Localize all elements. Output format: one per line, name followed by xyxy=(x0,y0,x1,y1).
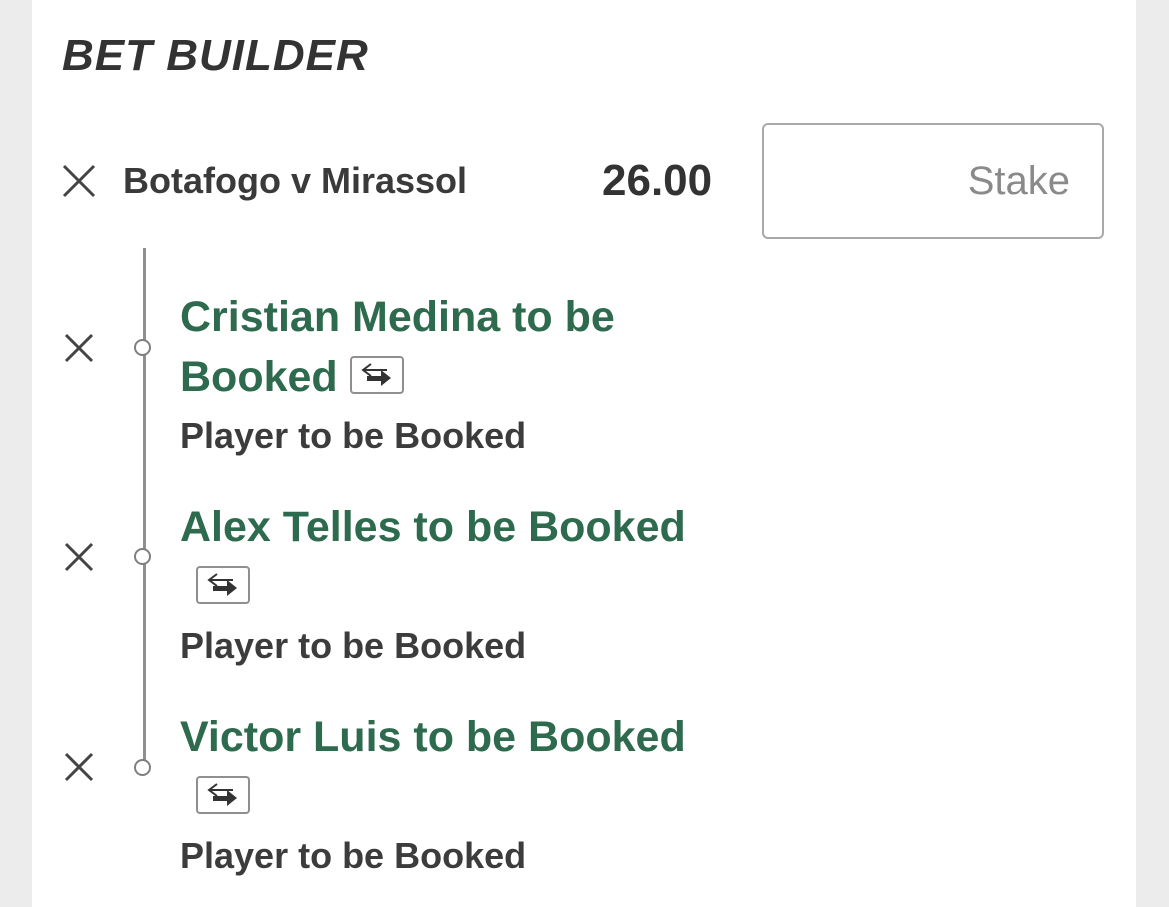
close-icon xyxy=(64,752,94,782)
swap-arrows-icon xyxy=(207,782,237,806)
selection-label: Victor Luis to be Booked xyxy=(180,713,686,761)
remove-selection-button[interactable] xyxy=(63,332,99,368)
selection-market: Player to be Booked xyxy=(180,415,527,456)
swap-selection-button[interactable] xyxy=(196,565,250,604)
match-name: Botafogo v Mirassol xyxy=(123,160,468,201)
selection-name[interactable]: Cristian Medina to be Booked xyxy=(180,287,700,407)
swap-selection-button[interactable] xyxy=(196,775,250,814)
selection-label: Alex Telles to be Booked xyxy=(180,503,686,551)
timeline-node xyxy=(134,339,151,356)
bet-odds: 26.00 xyxy=(602,156,713,205)
timeline-node xyxy=(134,759,151,776)
timeline-node xyxy=(134,548,151,565)
close-icon xyxy=(64,542,94,572)
selection-market: Player to be Booked xyxy=(180,625,527,666)
stake-input[interactable] xyxy=(762,123,1104,239)
swap-selection-button[interactable] xyxy=(349,355,404,394)
swap-arrows-icon xyxy=(360,362,391,386)
bet-builder-panel: BET BUILDER Botafogo v Mirassol 26.00 Cr… xyxy=(32,0,1136,907)
selection-name[interactable]: Alex Telles to be Booked xyxy=(180,497,780,617)
selection-market: Player to be Booked xyxy=(180,835,527,876)
remove-selection-button[interactable] xyxy=(63,751,99,787)
timeline-line xyxy=(143,248,146,768)
close-icon xyxy=(62,164,96,198)
close-icon xyxy=(64,333,94,363)
remove-selection-button[interactable] xyxy=(63,541,99,577)
swap-arrows-icon xyxy=(207,572,237,596)
selection-name[interactable]: Victor Luis to be Booked xyxy=(180,707,780,827)
remove-bet-button[interactable] xyxy=(61,163,97,199)
page-title: BET BUILDER xyxy=(62,31,369,80)
